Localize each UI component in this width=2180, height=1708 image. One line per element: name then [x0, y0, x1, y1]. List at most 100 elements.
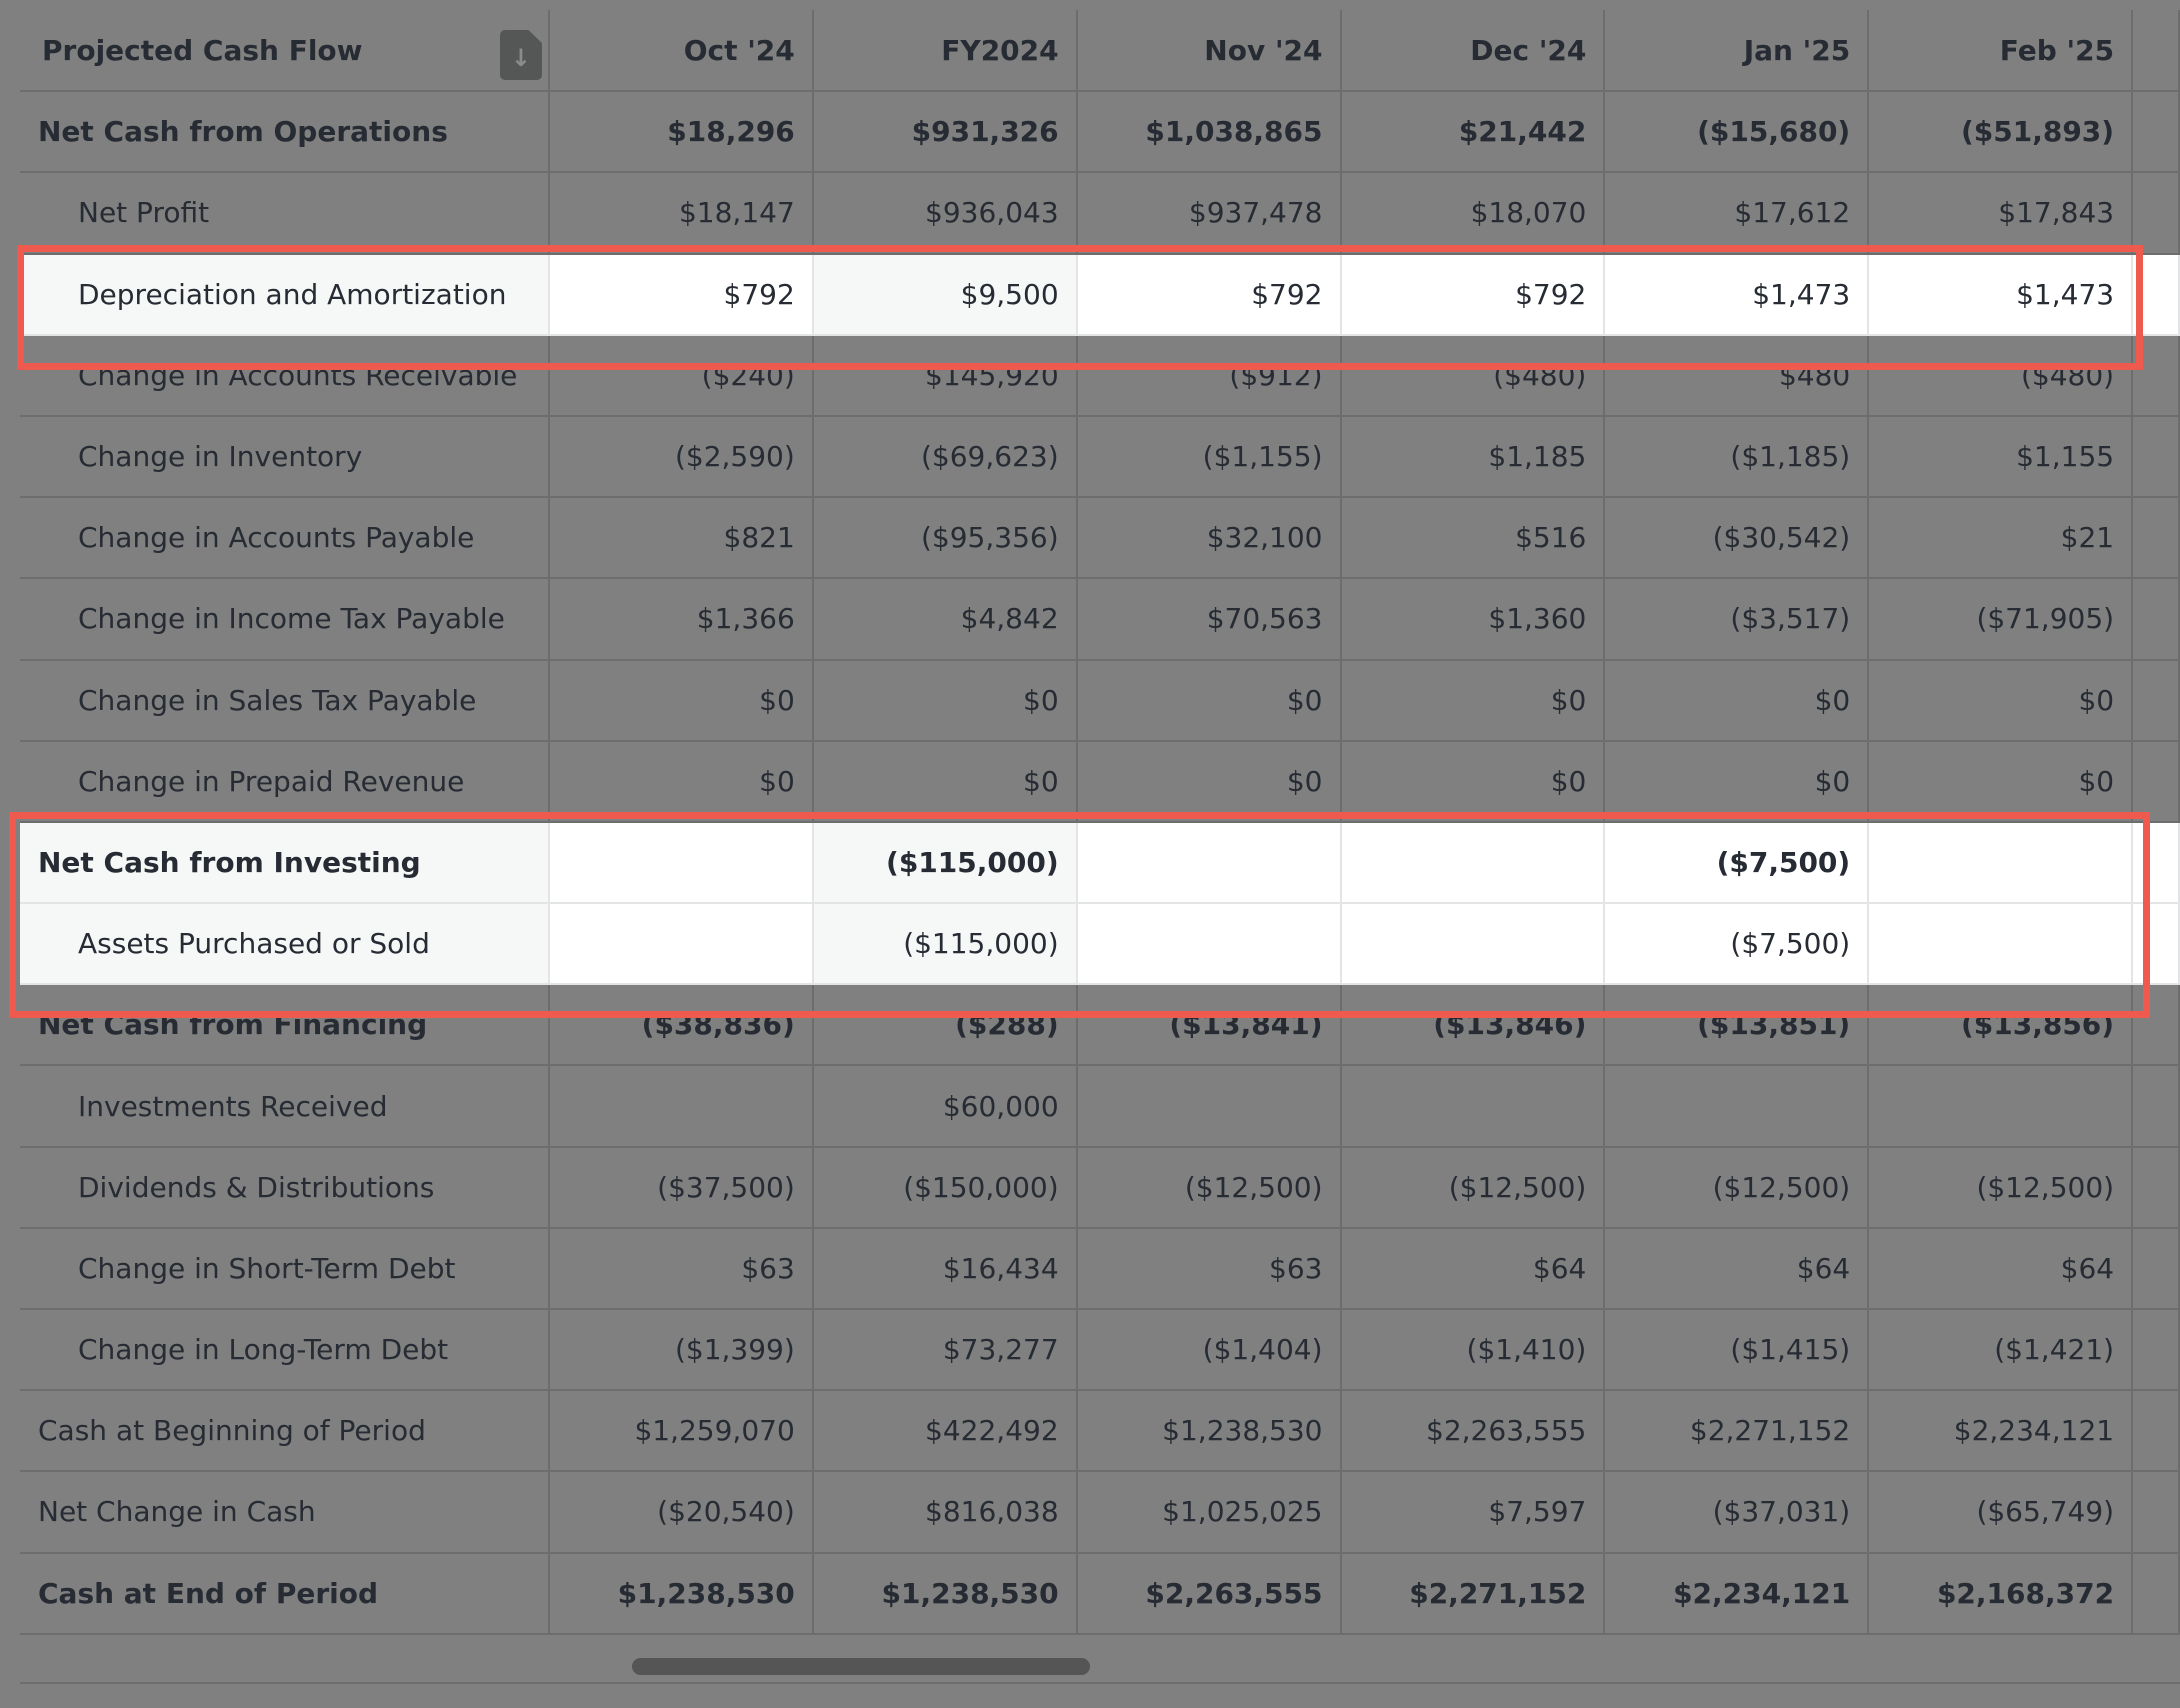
row-label: Dividends & Distributions: [20, 1146, 550, 1229]
value-cell: $18,147: [548, 172, 814, 255]
value-cell: [1076, 1065, 1342, 1148]
row-label: Change in Short-Term Debt: [20, 1227, 550, 1311]
value-cell: [1076, 821, 1342, 905]
value-cell: $145,920: [812, 334, 1078, 417]
value-cell: $17,843: [1868, 172, 2134, 255]
download-file-icon[interactable]: [499, 30, 542, 80]
value-cell: ($38,836): [548, 984, 814, 1067]
value-cell: [1604, 1065, 1870, 1148]
value-cell: ($15,680): [1604, 91, 1870, 174]
value-cell: ($3,517): [1604, 578, 1870, 661]
value-cell: [548, 903, 814, 986]
value-cell: $16,434: [812, 1227, 1078, 1311]
value-cell: $792: [548, 253, 814, 336]
column-header[interactable]: Nov '24: [1076, 10, 1342, 93]
overflow-column-cell: [2132, 578, 2180, 661]
value-cell: $17,612: [1604, 172, 1870, 255]
table-row: Change in Long-Term Debt ($1,399) $73,277(…: [20, 1309, 2180, 1392]
value-cell: $821: [548, 497, 814, 580]
value-cell: $32,100: [1076, 497, 1342, 580]
value-cell: ($1,399): [548, 1309, 814, 1392]
value-cell: ($51,893): [1868, 91, 2134, 174]
value-cell: ($115,000): [812, 821, 1078, 905]
value-cell: ($480): [1868, 334, 2134, 417]
value-cell: $1,259,070: [548, 1390, 814, 1473]
overflow-column-cell: [2132, 1390, 2180, 1473]
value-cell: $0: [548, 659, 814, 742]
value-cell: ($7,500): [1604, 903, 1870, 986]
row-label: Change in Long-Term Debt: [20, 1309, 550, 1392]
value-cell: $63: [548, 1227, 814, 1311]
value-cell: ($288): [812, 984, 1078, 1067]
table-row: Net Change in Cash ($20,540) $816,038 $1,02…: [20, 1471, 2180, 1554]
value-cell: ($95,356): [812, 497, 1078, 580]
row-label: Change in Income Tax Payable: [20, 578, 550, 661]
value-cell: $937,478: [1076, 172, 1342, 255]
column-header[interactable]: FY2024: [812, 10, 1078, 93]
row-label: Net Cash from Financing: [20, 984, 550, 1067]
value-cell: [1340, 821, 1606, 905]
value-cell: $1,366: [548, 578, 814, 661]
value-cell: [1868, 1065, 2134, 1148]
value-cell: $816,038: [812, 1471, 1078, 1554]
column-header[interactable]: Feb '25: [1868, 10, 2134, 93]
value-cell: [1340, 1065, 1606, 1148]
column-header[interactable]: Jan '25: [1604, 10, 1870, 93]
value-cell: $63: [1076, 1227, 1342, 1311]
overflow-column-cell: [2132, 10, 2180, 93]
value-cell: [1076, 903, 1342, 986]
value-cell: $2,168,372: [1868, 1552, 2134, 1635]
value-cell: ($20,540): [548, 1471, 814, 1554]
column-header[interactable]: Oct '24: [548, 10, 814, 93]
value-cell: $0: [812, 659, 1078, 742]
overflow-column-cell: [2132, 415, 2180, 499]
value-cell: ($480): [1340, 334, 1606, 417]
value-cell: [1868, 821, 2134, 905]
overflow-column-cell: [2132, 1065, 2180, 1148]
table-row: Change in Accounts Payable $821 ($95,356) $…: [20, 497, 2180, 580]
column-header[interactable]: Dec '24: [1340, 10, 1606, 93]
value-cell: ($12,500): [1604, 1146, 1870, 1229]
value-cell: $0: [548, 740, 814, 823]
value-cell: $1,238,530: [812, 1552, 1078, 1635]
value-cell: $0: [1868, 659, 2134, 742]
value-cell: $18,296: [548, 91, 814, 174]
value-cell: $2,271,152: [1340, 1552, 1606, 1635]
value-cell: ($2,590): [548, 415, 814, 499]
table-row: Investments Received $60,000: [20, 1065, 2180, 1148]
value-cell: ($115,000): [812, 903, 1078, 986]
table-row: Net Profit $18,147 $936,043 $937,478 $18,070…: [20, 172, 2180, 255]
table-row: Net Cash from Financing ($38,836) ($288) ($…: [20, 984, 2180, 1067]
overflow-column-cell: [2132, 497, 2180, 580]
cash-flow-table: Projected Cash FlowOct '24FY2024Nov '24D…: [20, 10, 2180, 1635]
table-row: Net Cash from Investing ($115,000) ($7,500…: [20, 821, 2180, 905]
value-cell: $0: [812, 740, 1078, 823]
value-cell: ($37,031): [1604, 1471, 1870, 1554]
value-cell: ($12,500): [1076, 1146, 1342, 1229]
row-label: Change in Accounts Payable: [20, 497, 550, 580]
value-cell: $792: [1076, 253, 1342, 336]
overflow-column-cell: [2132, 1309, 2180, 1392]
value-cell: $0: [1868, 740, 2134, 823]
value-cell: $64: [1604, 1227, 1870, 1311]
table-row: Change in Accounts Receivable ($240) $145,…: [20, 334, 2180, 417]
overflow-column-cell: [2132, 1227, 2180, 1311]
row-label: Change in Sales Tax Payable: [20, 659, 550, 742]
horizontal-scrollbar[interactable]: [632, 1658, 1090, 1675]
value-cell: $0: [1340, 659, 1606, 742]
value-cell: $0: [1604, 659, 1870, 742]
table-row: Assets Purchased or Sold ($115,000) ($7,50…: [20, 903, 2180, 986]
value-cell: $4,842: [812, 578, 1078, 661]
value-cell: ($1,185): [1604, 415, 1870, 499]
table-row: Change in Sales Tax Payable $0 $0 $0 $0 $0 $0: [20, 659, 2180, 742]
overflow-column-cell: [2132, 740, 2180, 823]
value-cell: $21: [1868, 497, 2134, 580]
value-cell: ($1,404): [1076, 1309, 1342, 1392]
overflow-column-cell: [2132, 1552, 2180, 1635]
value-cell: [1340, 903, 1606, 986]
value-cell: $21,442: [1340, 91, 1606, 174]
value-cell: $60,000: [812, 1065, 1078, 1148]
value-cell: [548, 1065, 814, 1148]
overflow-column-cell: [2132, 1146, 2180, 1229]
table-row: Cash at End of Period $1,238,530 $1,238,53…: [20, 1552, 2180, 1635]
